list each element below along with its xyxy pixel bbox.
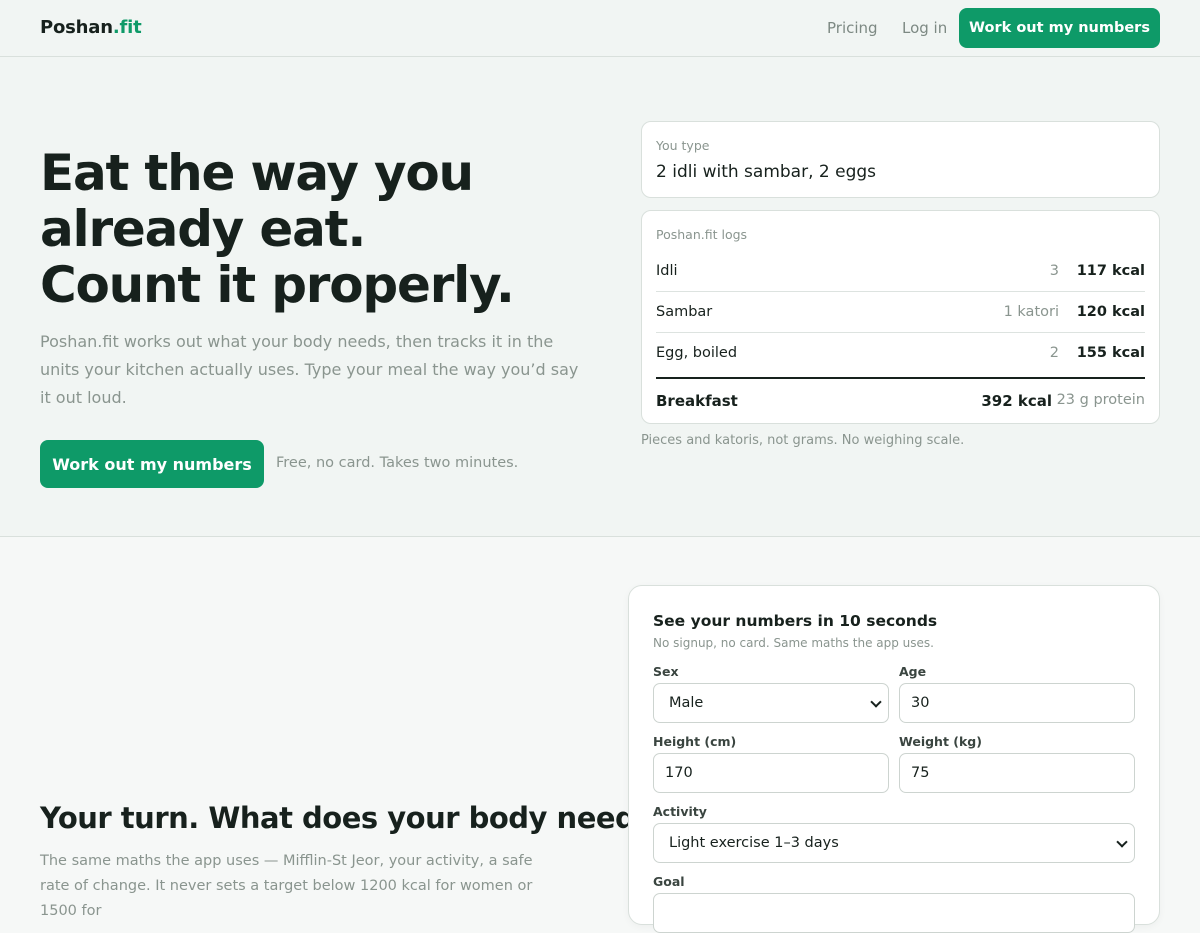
age-input-value: 30	[911, 695, 930, 711]
log-item-qty: 1 katori	[1003, 304, 1059, 320]
chevron-down-icon	[870, 696, 882, 708]
section-title: Your turn. What does your body need?	[40, 801, 652, 835]
hero-title-line: Eat the way you	[40, 144, 474, 202]
hero-subtitle: Poshan.fit works out what your body need…	[40, 332, 579, 407]
log-item-kcal: 120 kcal	[1076, 304, 1145, 320]
logo[interactable]: Poshan.fit	[40, 17, 142, 38]
log-total-protein: 23 g protein	[1056, 392, 1145, 408]
log-item-kcal: 155 kcal	[1076, 345, 1145, 361]
goal-label: Goal	[653, 874, 685, 889]
log-row: Sambar 1 katori 120 kcal	[656, 292, 1145, 333]
example-log-label: Poshan.fit logs	[656, 227, 748, 242]
nav-login-link[interactable]: Log in	[902, 19, 947, 37]
age-label: Age	[899, 664, 927, 679]
activity-select[interactable]: Light exercise 1–3 days	[653, 823, 1135, 863]
height-label: Height (cm)	[653, 734, 737, 749]
example-input-label: You type	[656, 138, 710, 153]
log-item-kcal: 117 kcal	[1076, 263, 1145, 279]
log-total-name: Breakfast	[656, 392, 738, 410]
age-input[interactable]: 30	[899, 683, 1135, 723]
log-item-name: Idli	[656, 263, 678, 279]
hero-title-line: already eat.	[40, 200, 366, 258]
log-item-name: Sambar	[656, 304, 713, 320]
nav-cta-button[interactable]: Work out my numbers	[959, 8, 1160, 48]
example-caption: Pieces and katoris, not grams. No weighi…	[641, 433, 965, 448]
weight-label: Weight (kg)	[899, 734, 982, 749]
nav-pricing-link[interactable]: Pricing	[827, 19, 878, 37]
calculator-card: See your numbers in 10 seconds No signup…	[628, 585, 1160, 933]
logo-text: Poshan	[40, 17, 113, 38]
weight-input-value: 75	[911, 765, 930, 781]
log-item-qty: 2	[1049, 345, 1059, 361]
sex-select[interactable]: Male	[653, 683, 889, 723]
goal-select[interactable]	[653, 893, 1135, 933]
chevron-down-icon	[1116, 836, 1128, 848]
sex-select-value: Male	[669, 695, 704, 711]
calculator-section: Your turn. What does your body need? The…	[0, 537, 1200, 933]
height-input[interactable]: 170	[653, 753, 889, 793]
activity-select-value: Light exercise 1–3 days	[669, 835, 839, 851]
weight-input[interactable]: 75	[899, 753, 1135, 793]
log-item-name: Egg, boiled	[656, 345, 738, 361]
activity-label: Activity	[653, 804, 707, 819]
sex-label: Sex	[653, 664, 679, 679]
height-input-value: 170	[665, 765, 693, 781]
log-total-row: Breakfast 392 kcal 23 g protein	[656, 377, 1145, 423]
calculator-subtitle: No signup, no card. Same maths the app u…	[653, 636, 934, 650]
hero-section: Eat the way you already eat. Count it pr…	[0, 57, 1200, 537]
hero-cta-note: Free, no card. Takes two minutes.	[276, 455, 519, 471]
example-input-text: 2 idli with sambar, 2 eggs	[656, 162, 877, 182]
hero-title-line: Count it properly.	[40, 256, 515, 314]
hero-cta-button[interactable]: Work out my numbers	[40, 440, 264, 488]
log-row: Idli 3 117 kcal	[656, 251, 1145, 292]
logo-accent: .fit	[112, 17, 142, 38]
log-row: Egg, boiled 2 155 kcal	[656, 333, 1145, 374]
calculator-title: See your numbers in 10 seconds	[653, 612, 938, 630]
log-total-kcal: 392 kcal	[981, 392, 1052, 410]
hero-title: Eat the way you already eat. Count it pr…	[40, 145, 600, 313]
log-item-qty: 3	[1049, 263, 1059, 279]
top-navigation-bar: Poshan.fit Pricing Log in Work out my nu…	[0, 0, 1200, 57]
example-input-card: You type 2 idli with sambar, 2 eggs	[641, 121, 1160, 198]
section-body: The same maths the app uses — Mifflin-St…	[40, 853, 533, 919]
example-log-card: Poshan.fit logs Idli 3 117 kcal Sambar 1…	[641, 210, 1160, 424]
